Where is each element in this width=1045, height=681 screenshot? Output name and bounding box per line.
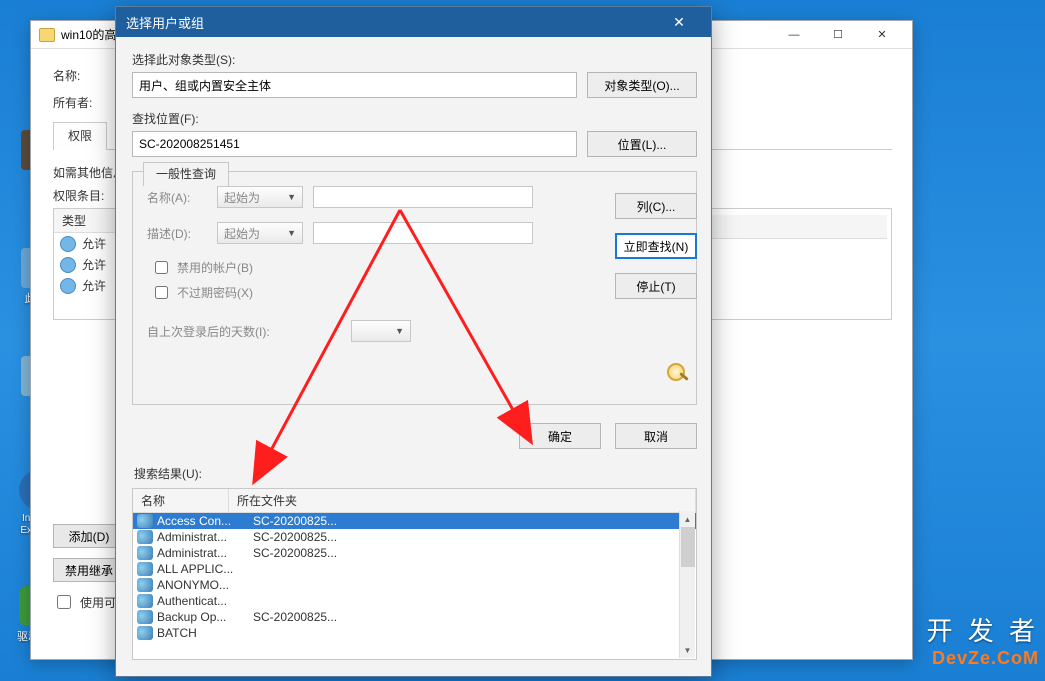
user-icon <box>60 278 76 294</box>
search-results-grid[interactable]: 名称 所在文件夹 Access Con...SC-20200825... Adm… <box>132 488 697 660</box>
common-queries-frame: 一般性查询 名称(A): 起始为▼ 描述(D): 起始为▼ 禁用的帐户(B) 不… <box>132 171 697 405</box>
location-field[interactable] <box>132 131 577 157</box>
results-scrollbar[interactable]: ▲ ▼ <box>679 511 695 658</box>
query-desc-label: 描述(D): <box>147 225 207 242</box>
group-icon <box>137 546 153 560</box>
cancel-button[interactable]: 取消 <box>615 423 697 449</box>
group-icon <box>137 610 153 624</box>
tab-common-queries[interactable]: 一般性查询 <box>143 162 229 186</box>
scroll-up-icon[interactable]: ▲ <box>680 511 695 527</box>
chevron-down-icon: ▼ <box>395 326 404 336</box>
object-type-field[interactable] <box>132 72 577 98</box>
minimize-button[interactable]: — <box>772 22 816 48</box>
scroll-thumb[interactable] <box>681 527 695 567</box>
group-icon <box>137 530 153 544</box>
location-section-label: 查找位置(F): <box>132 110 697 127</box>
close-button[interactable]: ✕ <box>860 22 904 48</box>
name-query-input[interactable] <box>313 186 533 208</box>
query-name-label: 名称(A): <box>147 189 207 206</box>
chevron-down-icon: ▼ <box>287 228 296 238</box>
stop-button[interactable]: 停止(T) <box>615 273 697 299</box>
group-icon <box>137 514 153 528</box>
select-user-group-dialog: 选择用户或组 ✕ 选择此对象类型(S): 对象类型(O)... 查找位置(F):… <box>115 6 712 677</box>
result-row[interactable]: ALL APPLIC... <box>133 561 696 577</box>
result-row[interactable]: BATCH <box>133 625 696 641</box>
maximize-button[interactable]: ☐ <box>816 22 860 48</box>
name-label: 名称: <box>53 67 107 84</box>
result-row[interactable]: ANONYMO... <box>133 577 696 593</box>
days-combo[interactable]: ▼ <box>351 320 411 342</box>
user-icon <box>60 236 76 252</box>
scroll-down-icon[interactable]: ▼ <box>680 642 695 658</box>
dialog-titlebar: 选择用户或组 ✕ <box>116 7 711 37</box>
search-icon <box>661 361 693 385</box>
group-icon <box>137 594 153 608</box>
non-expiring-pwd-checkbox[interactable]: 不过期密码(X) <box>151 283 682 302</box>
result-row[interactable]: Authenticat... <box>133 593 696 609</box>
group-icon <box>137 578 153 592</box>
owner-label: 所有者: <box>53 94 107 111</box>
user-icon <box>60 257 76 273</box>
dialog-close-button[interactable]: ✕ <box>657 7 701 37</box>
tab-permissions[interactable]: 权限 <box>53 122 107 150</box>
search-results-label: 搜索结果(U): <box>134 465 697 482</box>
result-row[interactable]: Administrat...SC-20200825... <box>133 545 696 561</box>
object-types-button[interactable]: 对象类型(O)... <box>587 72 697 98</box>
disabled-accounts-checkbox[interactable]: 禁用的帐户(B) <box>151 258 682 277</box>
name-combo[interactable]: 起始为▼ <box>217 186 303 208</box>
desc-query-input[interactable] <box>313 222 533 244</box>
object-type-section-label: 选择此对象类型(S): <box>132 51 697 68</box>
columns-button[interactable]: 列(C)... <box>615 193 697 219</box>
result-row[interactable]: Access Con...SC-20200825... <box>133 513 696 529</box>
group-icon <box>137 626 153 640</box>
chevron-down-icon: ▼ <box>287 192 296 202</box>
result-row[interactable]: Backup Op...SC-20200825... <box>133 609 696 625</box>
grid-header[interactable]: 名称 所在文件夹 <box>133 489 696 513</box>
ok-button[interactable]: 确定 <box>519 423 601 449</box>
days-since-logon-label: 自上次登录后的天数(I): <box>147 323 287 340</box>
result-row[interactable]: Administrat...SC-20200825... <box>133 529 696 545</box>
find-now-button[interactable]: 立即查找(N) <box>615 233 697 259</box>
watermark: 开 发 者 DevZe.CoM <box>927 611 1045 669</box>
dialog-title: 选择用户或组 <box>126 13 204 32</box>
folder-icon <box>39 28 55 42</box>
locations-button[interactable]: 位置(L)... <box>587 131 697 157</box>
group-icon <box>137 562 153 576</box>
desc-combo[interactable]: 起始为▼ <box>217 222 303 244</box>
